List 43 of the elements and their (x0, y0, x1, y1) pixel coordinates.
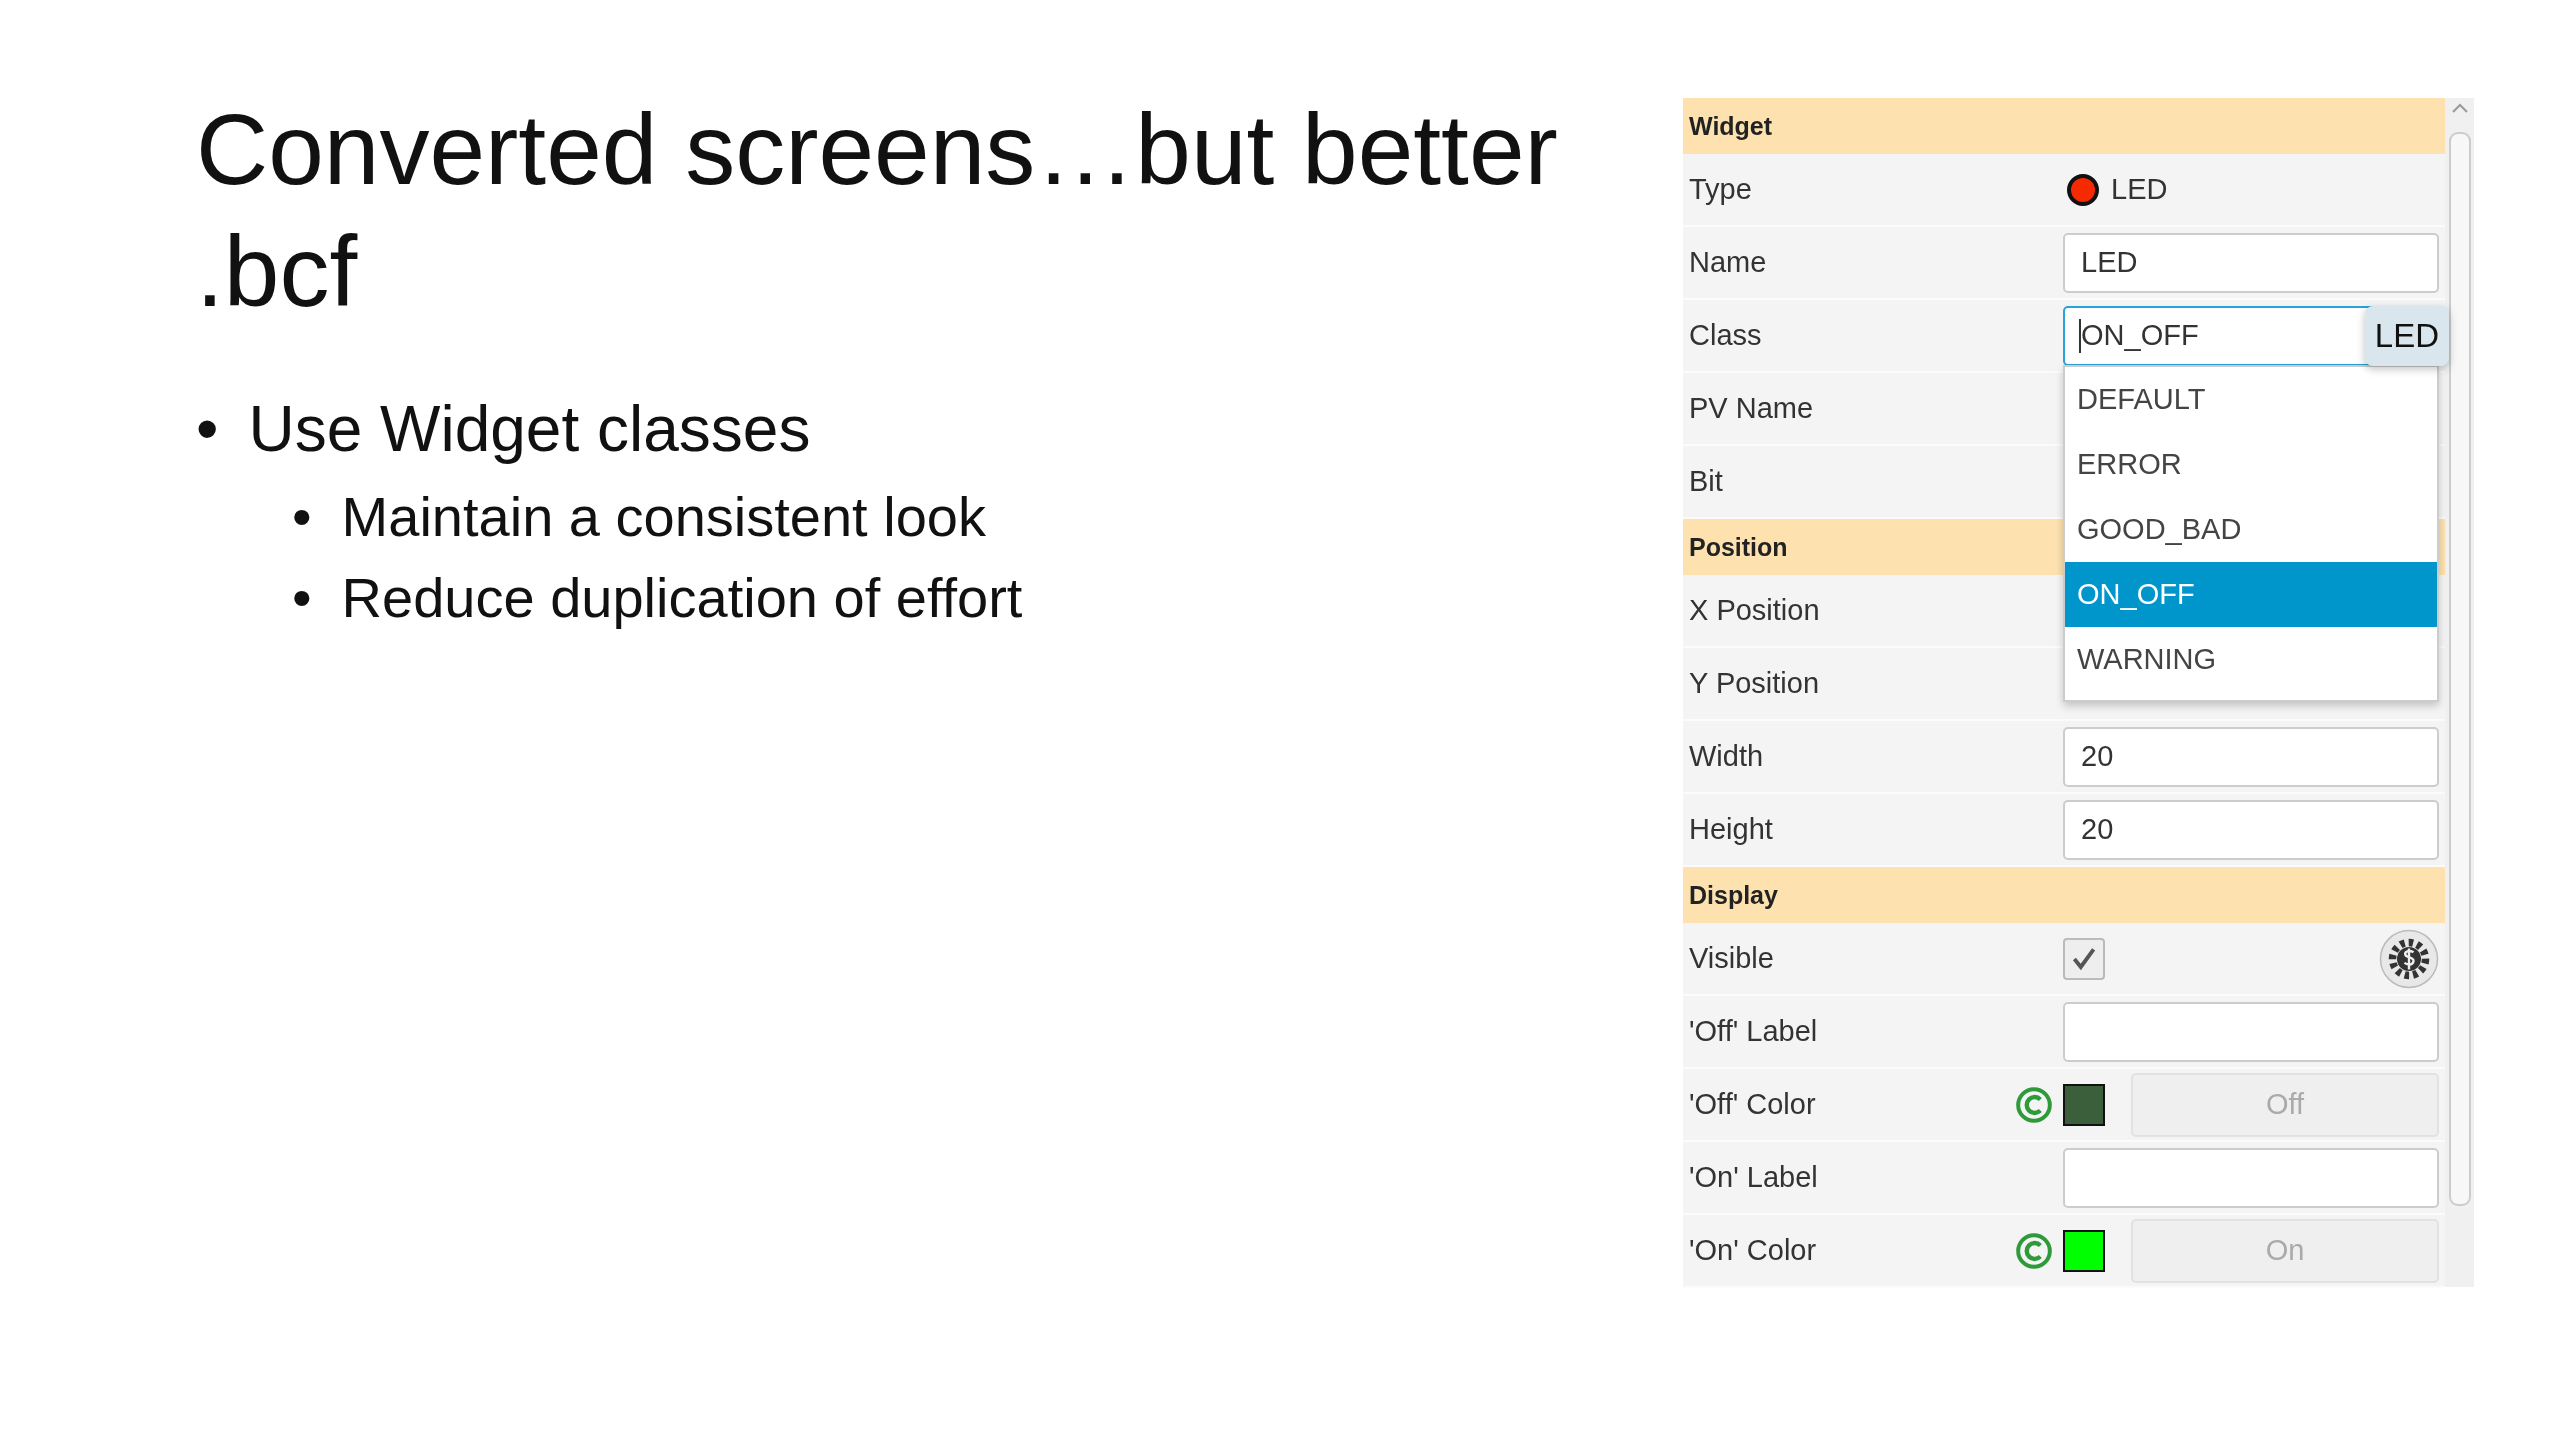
tooltip: LED (2364, 306, 2449, 366)
text-field[interactable]: 20 (2063, 726, 2439, 787)
property-label: X Position (1689, 594, 1820, 627)
checkbox[interactable] (2063, 937, 2105, 980)
text-field[interactable] (2063, 1001, 2439, 1062)
text-caret (2079, 319, 2081, 353)
slide-title: Converted screens…but better .bcf (196, 92, 1559, 329)
section-header: Widget (1683, 98, 2445, 154)
property-label: Type (1689, 173, 1752, 206)
section-header: Display (1683, 867, 2445, 923)
bullet-marker: • (196, 392, 219, 466)
scrollbar[interactable] (2445, 98, 2474, 1287)
led-icon (2067, 173, 2099, 206)
property-label: 'Off' Color (1689, 1088, 1816, 1121)
bullet-marker: • (292, 484, 312, 549)
text-field[interactable]: 20 (2063, 799, 2439, 860)
property-label: Name (1689, 246, 1767, 279)
sub-bullet-point: Maintain a consistent look (341, 484, 986, 549)
property-label: 'Off' Label (1689, 1015, 1818, 1048)
property-label: Width (1689, 740, 1764, 773)
color-swatch[interactable] (2063, 1083, 2105, 1126)
property-label: Height (1689, 813, 1773, 846)
gear-icon[interactable] (2379, 928, 2439, 989)
bullet-marker: • (292, 565, 312, 630)
copyright-icon[interactable] (2015, 1085, 2053, 1124)
sub-bullet-point: Reduce duplication of effort (341, 565, 1023, 630)
dropdown-option[interactable]: ERROR (2065, 432, 2437, 497)
property-label: 'On' Color (1689, 1234, 1817, 1267)
type-value: LED (2111, 173, 2168, 206)
text-field[interactable] (2063, 1147, 2439, 1208)
property-label: Class (1689, 319, 1762, 352)
dropdown-option[interactable]: WARNING (2065, 627, 2437, 692)
property-label: Bit (1689, 465, 1723, 498)
color-swatch[interactable] (2063, 1229, 2105, 1272)
property-label: 'On' Label (1689, 1161, 1818, 1194)
copyright-icon[interactable] (2015, 1231, 2053, 1270)
text-field[interactable]: LED (2063, 232, 2439, 293)
property-label: PV Name (1689, 392, 1814, 425)
property-label: Y Position (1689, 667, 1820, 700)
dropdown-option[interactable]: DEFAULT (2065, 367, 2437, 432)
property-label: Visible (1689, 942, 1774, 975)
scrollbar-thumb[interactable] (2448, 132, 2471, 1206)
bullet-point: Use Widget classes (248, 392, 811, 466)
